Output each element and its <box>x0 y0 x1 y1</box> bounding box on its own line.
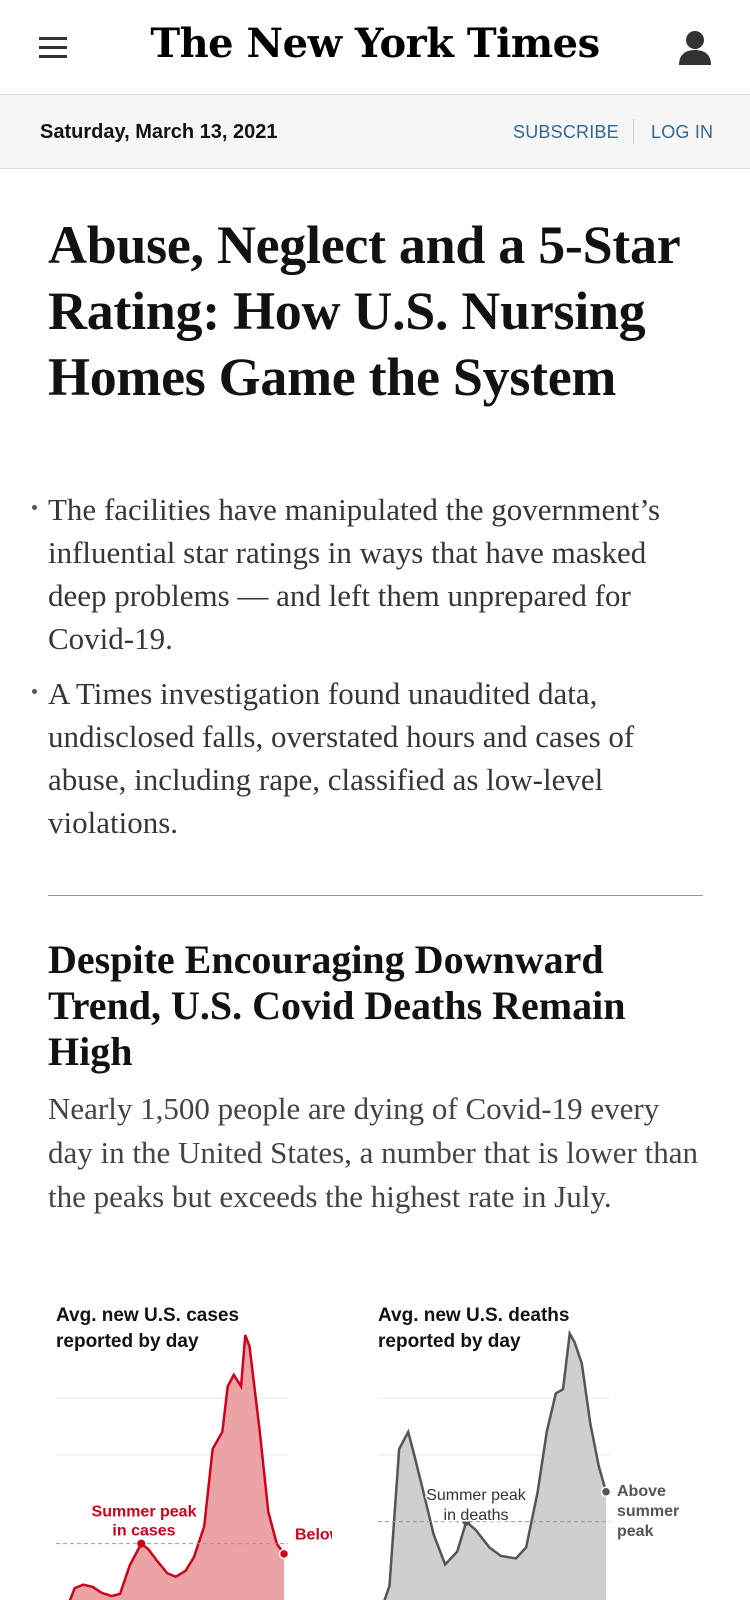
summary-bullet: The facilities have manipulated the gove… <box>32 488 698 660</box>
login-link[interactable]: LOG IN <box>651 122 713 143</box>
user-account-icon[interactable] <box>678 30 712 66</box>
chart-title-line: Avg. new U.S. cases <box>56 1305 239 1326</box>
lead-story-bullets: The facilities have manipulated the gove… <box>32 488 698 856</box>
above-summer-peak-label: Above <box>617 1483 666 1500</box>
summary-bullet: A Times investigation found unaudited da… <box>32 672 698 844</box>
lead-story-headline[interactable]: Abuse, Neglect and a 5-Star Rating: How … <box>48 212 718 410</box>
summer-peak-label: Summer peak <box>426 1487 527 1504</box>
second-story-summary: Nearly 1,500 people are dying of Covid-1… <box>48 1091 698 1214</box>
current-date: Saturday, March 13, 2021 <box>40 121 278 143</box>
subscribe-link[interactable]: SUBSCRIBE <box>513 122 619 143</box>
summer-peak-label: Summer peak <box>92 1504 197 1521</box>
above-summer-peak-label: peak <box>617 1523 654 1540</box>
cases-chart-svg: 300,000 casesAvg. new U.S. casesreported… <box>56 1305 332 1600</box>
latest-value-marker <box>600 1486 612 1497</box>
link-divider <box>633 119 634 144</box>
series-area <box>70 1335 284 1600</box>
below-summer-peak-label: Below <box>295 1527 332 1544</box>
deaths-chart-svg: 4,000 deathsAvg. new U.S. deathsreported… <box>378 1305 679 1600</box>
summer-peak-marker <box>137 1539 146 1548</box>
chart-title-line: reported by day <box>56 1331 199 1352</box>
chart-title-line: reported by day <box>378 1331 521 1352</box>
chart-title-line: Avg. new U.S. deaths <box>378 1305 569 1326</box>
nyt-logo[interactable]: The New York Times <box>0 20 750 67</box>
above-summer-peak-label: summer <box>617 1503 679 1520</box>
date-bar: Saturday, March 13, 2021 SUBSCRIBE LOG I… <box>0 95 750 169</box>
summer-peak-label: in cases <box>112 1523 175 1540</box>
second-story-headline[interactable]: Despite Encouraging Downward Trend, U.S.… <box>48 937 708 1075</box>
latest-value-marker <box>278 1548 290 1560</box>
deaths-chart[interactable]: 4,000 deathsAvg. new U.S. deathsreported… <box>374 1290 684 1600</box>
summer-peak-label: in deaths <box>444 1507 509 1524</box>
series-area <box>384 1333 606 1600</box>
masthead: The New York Times <box>0 0 750 95</box>
story-divider <box>48 895 703 896</box>
cases-chart[interactable]: 300,000 casesAvg. new U.S. casesreported… <box>52 1290 332 1600</box>
